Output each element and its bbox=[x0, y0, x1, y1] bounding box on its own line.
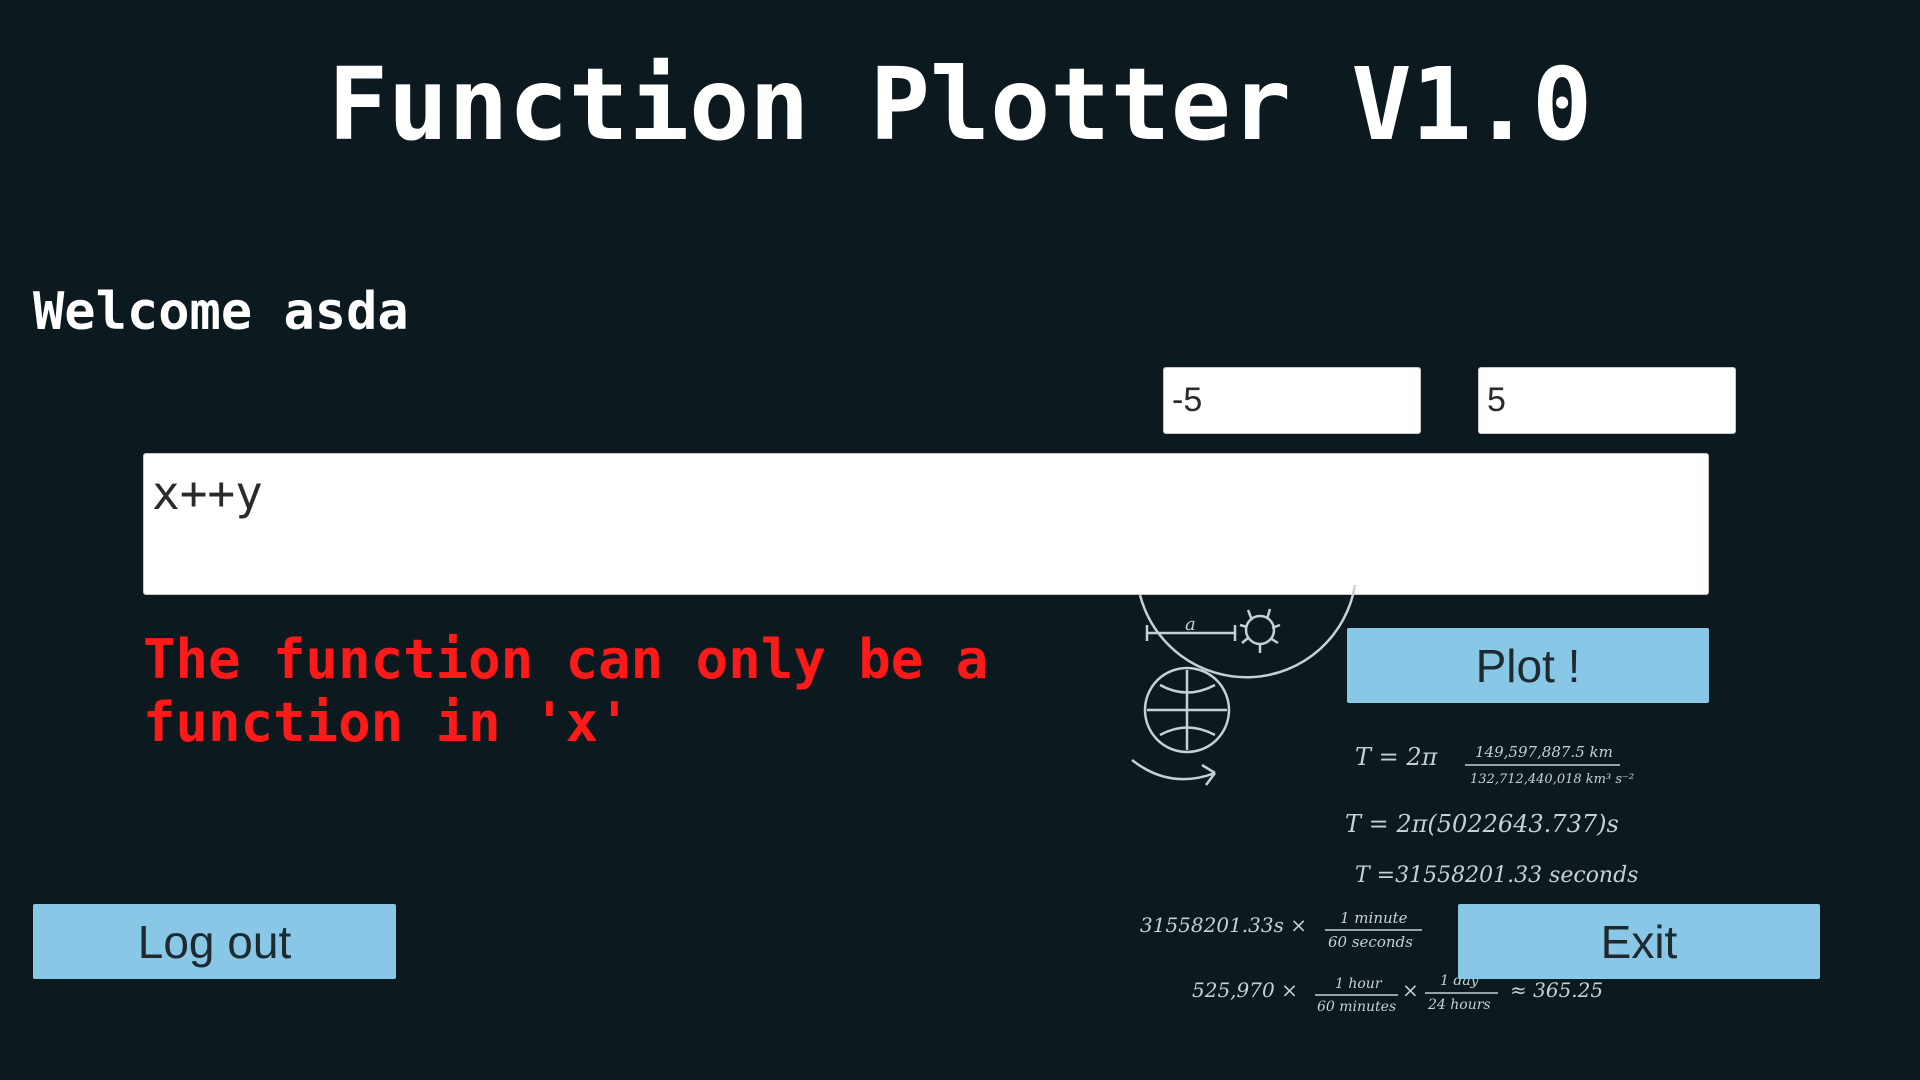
plot-button[interactable]: Plot ! bbox=[1347, 628, 1709, 703]
equation-4: 31558201.33s × bbox=[1140, 913, 1307, 937]
equation-1-denominator: 132,712,440,018 km³ s⁻² bbox=[1470, 772, 1634, 787]
equation-5: 525,970 × bbox=[1192, 978, 1298, 1002]
error-message: The function can only be a function in '… bbox=[143, 628, 989, 754]
function-input[interactable]: x++y bbox=[143, 453, 1709, 595]
equation-5-frac1-numerator: 1 hour bbox=[1335, 976, 1383, 992]
times-sign: × bbox=[1402, 978, 1419, 1002]
equation-5-frac2-denominator: 24 hours bbox=[1427, 997, 1491, 1013]
equation-4-denominator: 60 seconds bbox=[1328, 933, 1413, 951]
welcome-message: Welcome asda bbox=[33, 282, 409, 342]
equation-4-numerator: 1 minute bbox=[1340, 909, 1408, 927]
equation-1: T = 2π bbox=[1355, 743, 1439, 771]
equation-5-frac1-denominator: 60 minutes bbox=[1317, 999, 1396, 1015]
orbit-diagram bbox=[1131, 585, 1357, 786]
x-min-input[interactable] bbox=[1163, 367, 1421, 434]
equation-1-numerator: 149,597,887.5 km bbox=[1475, 743, 1613, 761]
equation-5-result: ≈ 365.25 bbox=[1510, 978, 1603, 1002]
logout-button[interactable]: Log out bbox=[33, 904, 396, 979]
x-max-input[interactable] bbox=[1478, 367, 1736, 434]
equation-3: T =31558201.33 seconds bbox=[1355, 863, 1638, 888]
equation-2: T = 2π(5022643.737)s bbox=[1345, 810, 1619, 838]
app-title: Function Plotter V1.0 bbox=[327, 46, 1593, 163]
exit-button[interactable]: Exit bbox=[1458, 904, 1820, 979]
orbit-label: a bbox=[1185, 614, 1196, 635]
